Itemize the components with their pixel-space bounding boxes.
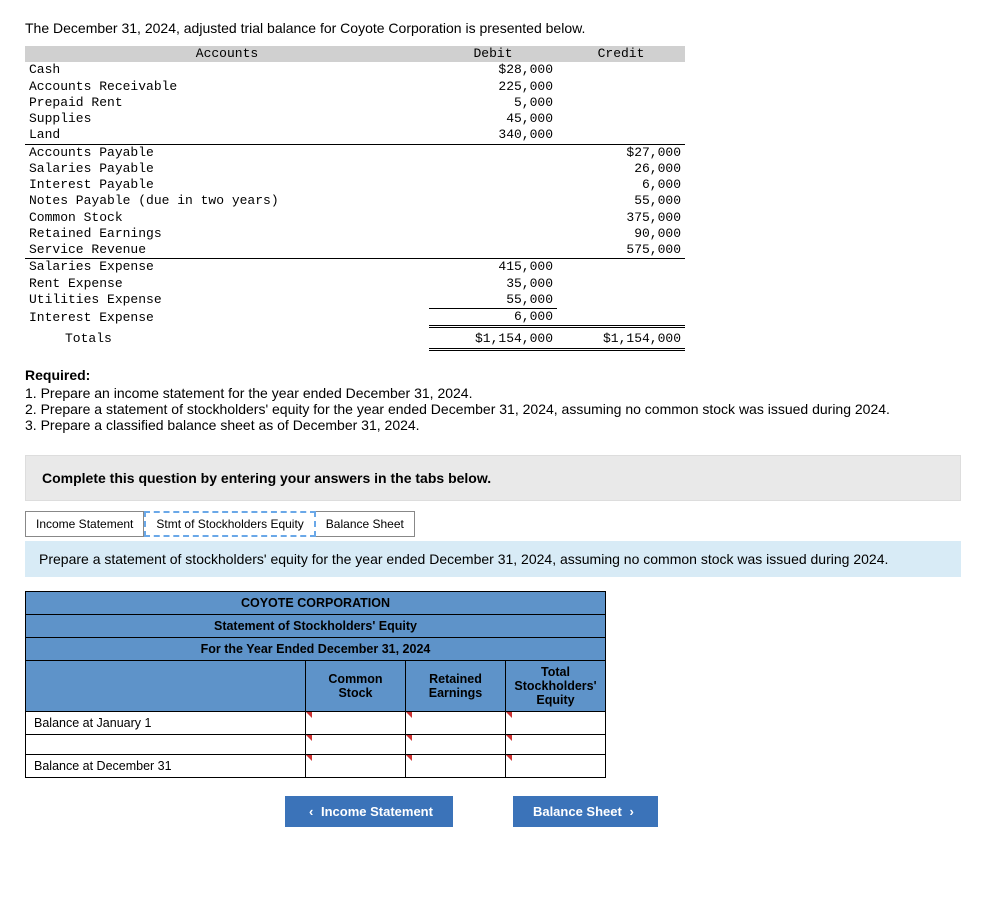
tb-debit	[429, 210, 557, 226]
row-balance-dec31: Balance at December 31	[26, 754, 306, 777]
input-cell[interactable]	[406, 734, 506, 754]
tb-debit	[429, 144, 557, 161]
tb-account: Prepaid Rent	[25, 95, 429, 111]
tb-debit	[429, 177, 557, 193]
tb-credit	[557, 309, 685, 327]
tb-debit	[429, 193, 557, 209]
tb-credit: 55,000	[557, 193, 685, 209]
tb-credit: 375,000	[557, 210, 685, 226]
trial-balance-table: Accounts Debit Credit Cash$28,000Account…	[25, 46, 685, 351]
input-cell[interactable]	[506, 754, 606, 777]
col-head-common-stock: Common Stock	[306, 660, 406, 711]
col-head-retained-earnings: Retained Earnings	[406, 660, 506, 711]
input-cell[interactable]	[306, 734, 406, 754]
row-balance-jan1: Balance at January 1	[26, 711, 306, 734]
tb-debit: $28,000	[429, 62, 557, 78]
tb-credit: 6,000	[557, 177, 685, 193]
tb-credit	[557, 127, 685, 144]
required-item: 3. Prepare a classified balance sheet as…	[25, 417, 961, 433]
tb-account: Accounts Receivable	[25, 79, 429, 95]
blue-instruction: Prepare a statement of stockholders' equ…	[25, 541, 961, 577]
tab-income-statement[interactable]: Income Statement	[25, 511, 144, 537]
tb-credit: 90,000	[557, 226, 685, 242]
input-cell[interactable]	[506, 734, 606, 754]
required-item: 2. Prepare a statement of stockholders' …	[25, 401, 961, 417]
tb-credit	[557, 111, 685, 127]
tb-head-debit: Debit	[429, 46, 557, 62]
tb-debit: 415,000	[429, 259, 557, 276]
grey-instruction: Complete this question by entering your …	[25, 455, 961, 501]
tb-totals-label: Totals	[25, 327, 429, 349]
tb-account: Cash	[25, 62, 429, 78]
chevron-left-icon: ‹	[305, 804, 317, 819]
tb-account: Salaries Payable	[25, 161, 429, 177]
next-label: Balance Sheet	[533, 804, 622, 819]
tb-credit: 575,000	[557, 242, 685, 259]
tb-debit: 6,000	[429, 309, 557, 327]
tb-credit: 26,000	[557, 161, 685, 177]
tb-debit: 35,000	[429, 276, 557, 292]
tb-debit	[429, 161, 557, 177]
input-cell[interactable]	[306, 711, 406, 734]
tb-account: Land	[25, 127, 429, 144]
tb-account: Common Stock	[25, 210, 429, 226]
tb-debit: 340,000	[429, 127, 557, 144]
required-list: 1. Prepare an income statement for the y…	[25, 385, 961, 433]
tab-balance-sheet[interactable]: Balance Sheet	[316, 511, 415, 537]
tb-head-credit: Credit	[557, 46, 685, 62]
prev-button[interactable]: ‹ Income Statement	[285, 796, 453, 827]
input-cell[interactable]	[406, 711, 506, 734]
tb-account: Notes Payable (due in two years)	[25, 193, 429, 209]
tb-account: Service Revenue	[25, 242, 429, 259]
tb-credit	[557, 276, 685, 292]
stmt-title-2: Statement of Stockholders' Equity	[26, 614, 606, 637]
stockholders-equity-table: COYOTE CORPORATION Statement of Stockhol…	[25, 591, 606, 778]
tb-credit	[557, 62, 685, 78]
tb-credit	[557, 79, 685, 95]
tb-account: Rent Expense	[25, 276, 429, 292]
intro-text: The December 31, 2024, adjusted trial ba…	[25, 20, 961, 36]
tb-account: Salaries Expense	[25, 259, 429, 276]
input-cell[interactable]	[306, 754, 406, 777]
tb-debit: 45,000	[429, 111, 557, 127]
tb-totals-debit: $1,154,000	[429, 327, 557, 349]
tb-credit	[557, 259, 685, 276]
required-item: 1. Prepare an income statement for the y…	[25, 385, 961, 401]
chevron-right-icon: ›	[625, 804, 637, 819]
required-heading: Required:	[25, 367, 961, 383]
tb-account: Utilities Expense	[25, 292, 429, 309]
tb-debit: 225,000	[429, 79, 557, 95]
tb-account: Accounts Payable	[25, 144, 429, 161]
tb-account: Supplies	[25, 111, 429, 127]
tabs-row: Income Statement Stmt of Stockholders Eq…	[25, 511, 961, 537]
tb-account: Interest Expense	[25, 309, 429, 327]
tb-credit: $27,000	[557, 144, 685, 161]
tb-totals-credit: $1,154,000	[557, 327, 685, 349]
tb-credit	[557, 95, 685, 111]
prev-label: Income Statement	[321, 804, 433, 819]
tb-account: Interest Payable	[25, 177, 429, 193]
input-cell[interactable]	[506, 711, 606, 734]
stmt-title-3: For the Year Ended December 31, 2024	[26, 637, 606, 660]
tb-head-accounts: Accounts	[25, 46, 429, 62]
col-head-total-equity: Total Stockholders' Equity	[506, 660, 606, 711]
tb-debit: 55,000	[429, 292, 557, 309]
tb-debit	[429, 242, 557, 259]
tb-credit	[557, 292, 685, 309]
tb-account: Retained Earnings	[25, 226, 429, 242]
stmt-title-1: COYOTE CORPORATION	[26, 591, 606, 614]
input-cell[interactable]	[406, 754, 506, 777]
tab-stockholders-equity[interactable]: Stmt of Stockholders Equity	[144, 511, 315, 537]
row-blank[interactable]	[26, 734, 306, 754]
tb-debit: 5,000	[429, 95, 557, 111]
tb-debit	[429, 226, 557, 242]
next-button[interactable]: Balance Sheet ›	[513, 796, 658, 827]
